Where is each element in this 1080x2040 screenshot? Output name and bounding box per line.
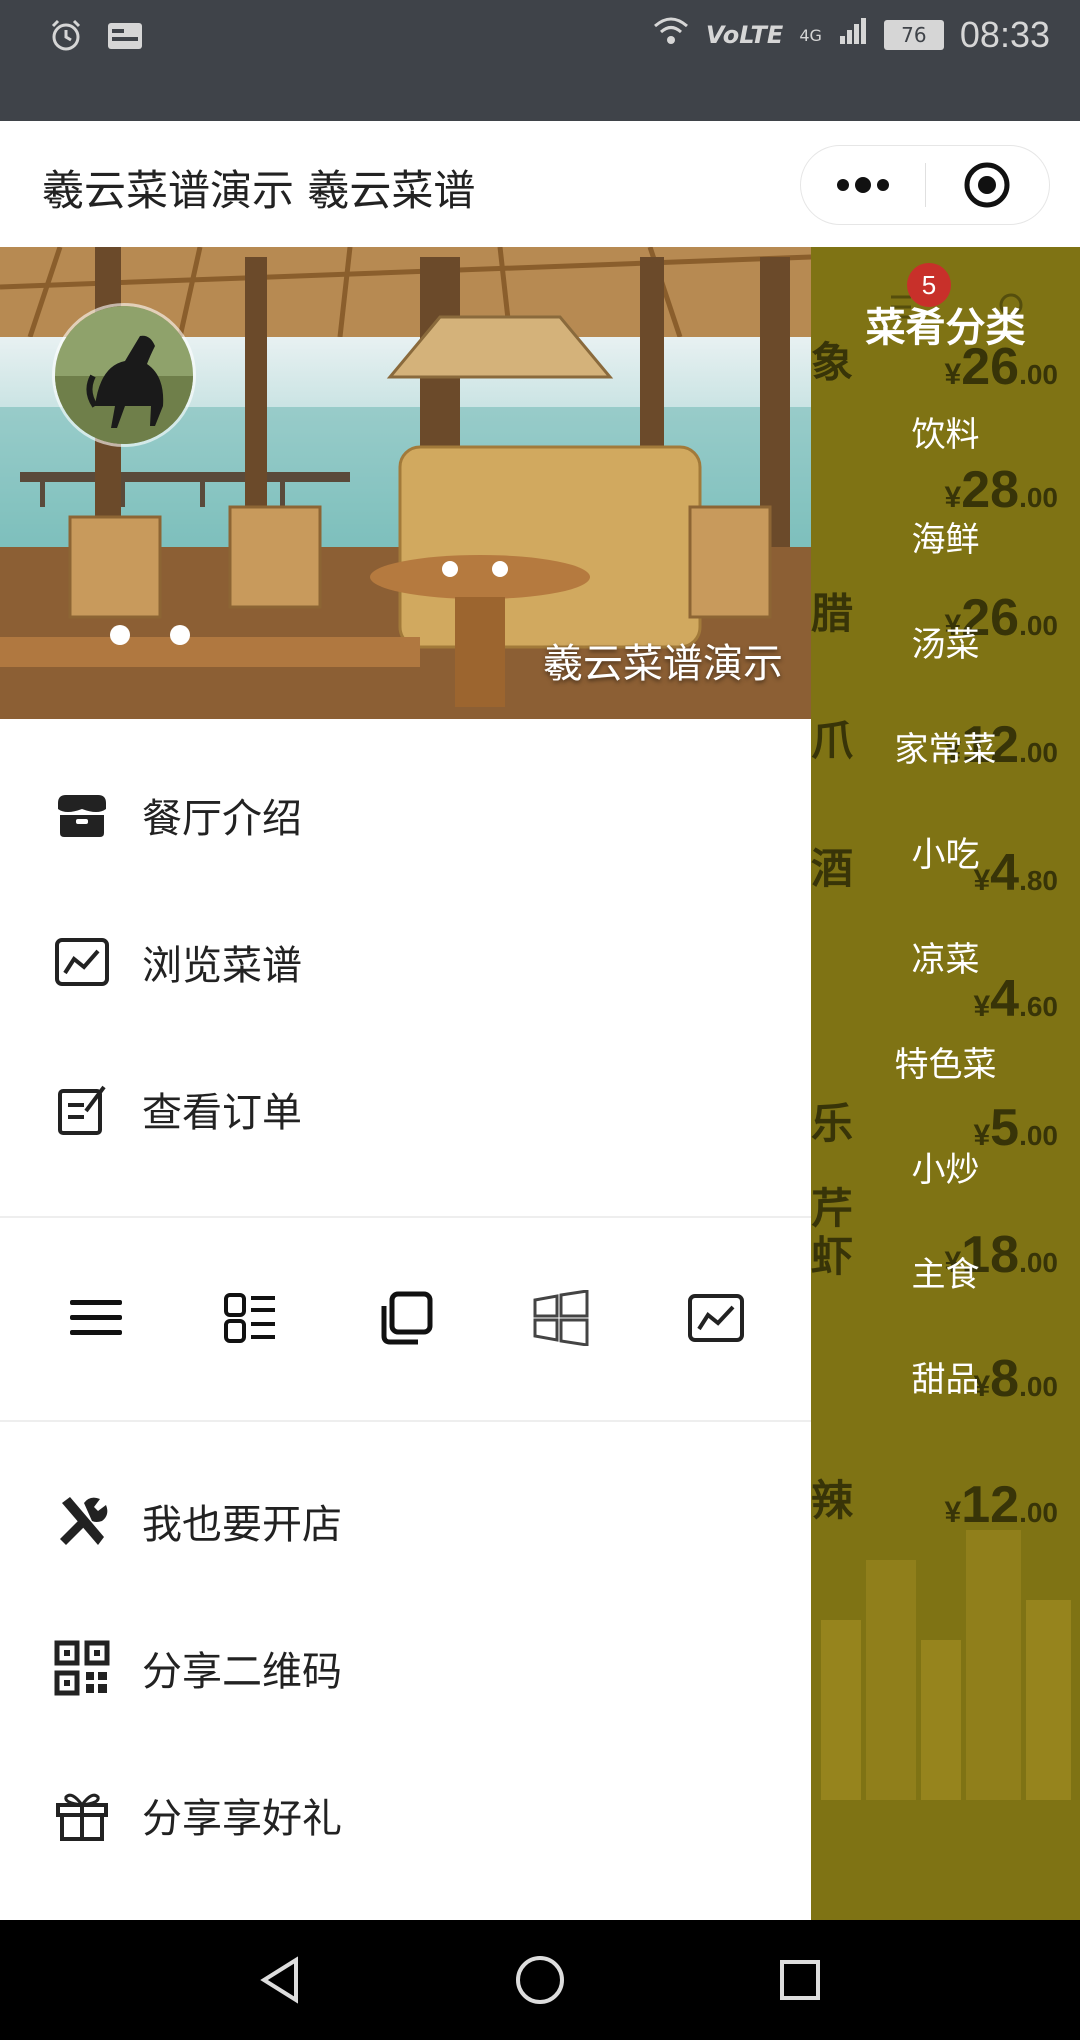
price-decimal: .00 <box>1019 482 1058 513</box>
avatar[interactable] <box>52 303 196 447</box>
category-item[interactable]: 小吃 <box>811 827 1080 876</box>
quick-icon-row <box>0 1218 811 1418</box>
chart-image-icon[interactable] <box>681 1283 751 1353</box>
battery-icon: 76 <box>883 20 944 50</box>
menu-item-label: 餐厅介绍 <box>142 795 302 842</box>
menu-item-browse-menu[interactable]: 浏览菜谱 <box>0 888 811 1035</box>
menu-item-view-orders[interactable]: 查看订单 <box>0 1035 811 1182</box>
divider <box>0 1420 811 1422</box>
price-decimal: .00 <box>1019 359 1058 390</box>
category-item[interactable]: 汤菜 <box>811 617 1080 666</box>
menu-top: 餐厅介绍 浏览菜谱 查看订单 <box>0 741 811 1182</box>
target-circle-icon <box>964 162 1010 208</box>
horse-avatar <box>55 306 193 444</box>
price-integer: 28 <box>961 461 1020 519</box>
category-item[interactable]: 家常菜 <box>811 722 1080 771</box>
home-circle-icon <box>516 1956 564 2004</box>
category-item[interactable]: 特色菜 <box>811 1037 1080 1086</box>
gift-icon <box>52 1785 112 1845</box>
back-triangle-icon <box>260 1956 298 2004</box>
menu-item-label: 查看订单 <box>142 1089 302 1136</box>
menu-item-label: 分享二维码 <box>142 1648 342 1695</box>
background-dish-char: 辣 <box>811 1476 854 1525</box>
status-bar: VoLTE 4G 76 08:33 <box>0 0 1080 121</box>
recents-square-icon <box>780 1960 820 2000</box>
page-title: 羲云菜谱演示 羲云菜谱 <box>42 166 476 215</box>
capsule-menu <box>800 145 1050 225</box>
price-currency: ¥ <box>944 1496 962 1529</box>
hero-banner: 羲云菜谱演示 <box>0 247 811 719</box>
signal-icon <box>838 15 868 55</box>
category-title: 菜肴分类 <box>865 305 1026 351</box>
mini-program-title-bar: 羲云菜谱演示 羲云菜谱 <box>0 121 1080 247</box>
background-price: ¥12.00 <box>945 1475 1058 1535</box>
menu-item-label: 我也要开店 <box>142 1501 342 1548</box>
recents-button[interactable] <box>760 1940 840 2020</box>
wifi-icon <box>652 15 690 55</box>
edit-note-icon <box>52 1079 112 1139</box>
image-icon <box>106 20 144 56</box>
close-button[interactable] <box>926 146 1050 224</box>
menu-item-label: 分享享好礼 <box>142 1795 342 1842</box>
category-item[interactable]: 饮料 <box>811 407 1080 456</box>
price-decimal: .00 <box>1019 1497 1058 1528</box>
status-left-icons <box>48 18 144 58</box>
price-currency: ¥ <box>944 481 962 514</box>
menu-item-share-gift[interactable]: 分享享好礼 <box>0 1741 811 1888</box>
category-item[interactable]: 甜品 <box>811 1352 1080 1401</box>
home-button[interactable] <box>500 1940 580 2020</box>
price-decimal: .60 <box>1019 991 1058 1022</box>
price-integer: 12 <box>961 1476 1020 1534</box>
category-panel: 5 象 ¥26.00 ¥28.00 腊 ¥26.00 爪 ¥12.00 酒 ¥4.80 ¥4.60… <box>811 247 1080 1920</box>
category-item[interactable]: 海鲜 <box>811 512 1080 561</box>
category-item[interactable]: 主食 <box>811 1247 1080 1296</box>
menu-lines-icon[interactable] <box>61 1283 131 1353</box>
background-price: ¥28.00 <box>945 460 1058 520</box>
menu-item-share-qrcode[interactable]: 分享二维码 <box>0 1594 811 1741</box>
price-currency: ¥ <box>973 990 991 1023</box>
category-item[interactable]: 小炒 <box>811 1142 1080 1191</box>
more-dots-icon <box>836 177 889 193</box>
menu-item-label: 浏览菜谱 <box>142 942 302 989</box>
status-right: VoLTE 4G 76 08:33 <box>652 14 1050 56</box>
chart-image-icon <box>52 932 112 992</box>
menu-bottom: 我也要开店 分享二维码 分享享好礼 <box>0 1447 811 1888</box>
network-label: 4G <box>799 25 822 45</box>
menu-item-open-store[interactable]: 我也要开店 <box>0 1447 811 1594</box>
city-skyline-background <box>821 1530 1071 1800</box>
category-item[interactable]: 凉菜 <box>811 932 1080 981</box>
volte-label: VoLTE <box>705 21 784 49</box>
qrcode-icon <box>52 1638 112 1698</box>
price-currency: ¥ <box>944 358 962 391</box>
list-grid-icon[interactable] <box>216 1283 286 1353</box>
menu-item-restaurant-intro[interactable]: 餐厅介绍 <box>0 741 811 888</box>
side-drawer: 羲云菜谱演示 餐厅介绍 浏览菜谱 查看订单 我也要开店 分享二维码 分享享好礼 <box>0 247 811 1920</box>
store-icon <box>52 785 112 845</box>
tools-icon <box>52 1491 112 1551</box>
alarm-icon <box>48 18 84 58</box>
hero-caption: 羲云菜谱演示 <box>543 641 783 687</box>
back-button[interactable] <box>240 1940 320 2020</box>
status-time: 08:33 <box>959 14 1050 55</box>
more-button[interactable] <box>801 146 925 224</box>
windows-icon[interactable] <box>526 1283 596 1353</box>
system-nav-bar <box>0 1920 1080 2040</box>
copy-icon[interactable] <box>371 1283 441 1353</box>
